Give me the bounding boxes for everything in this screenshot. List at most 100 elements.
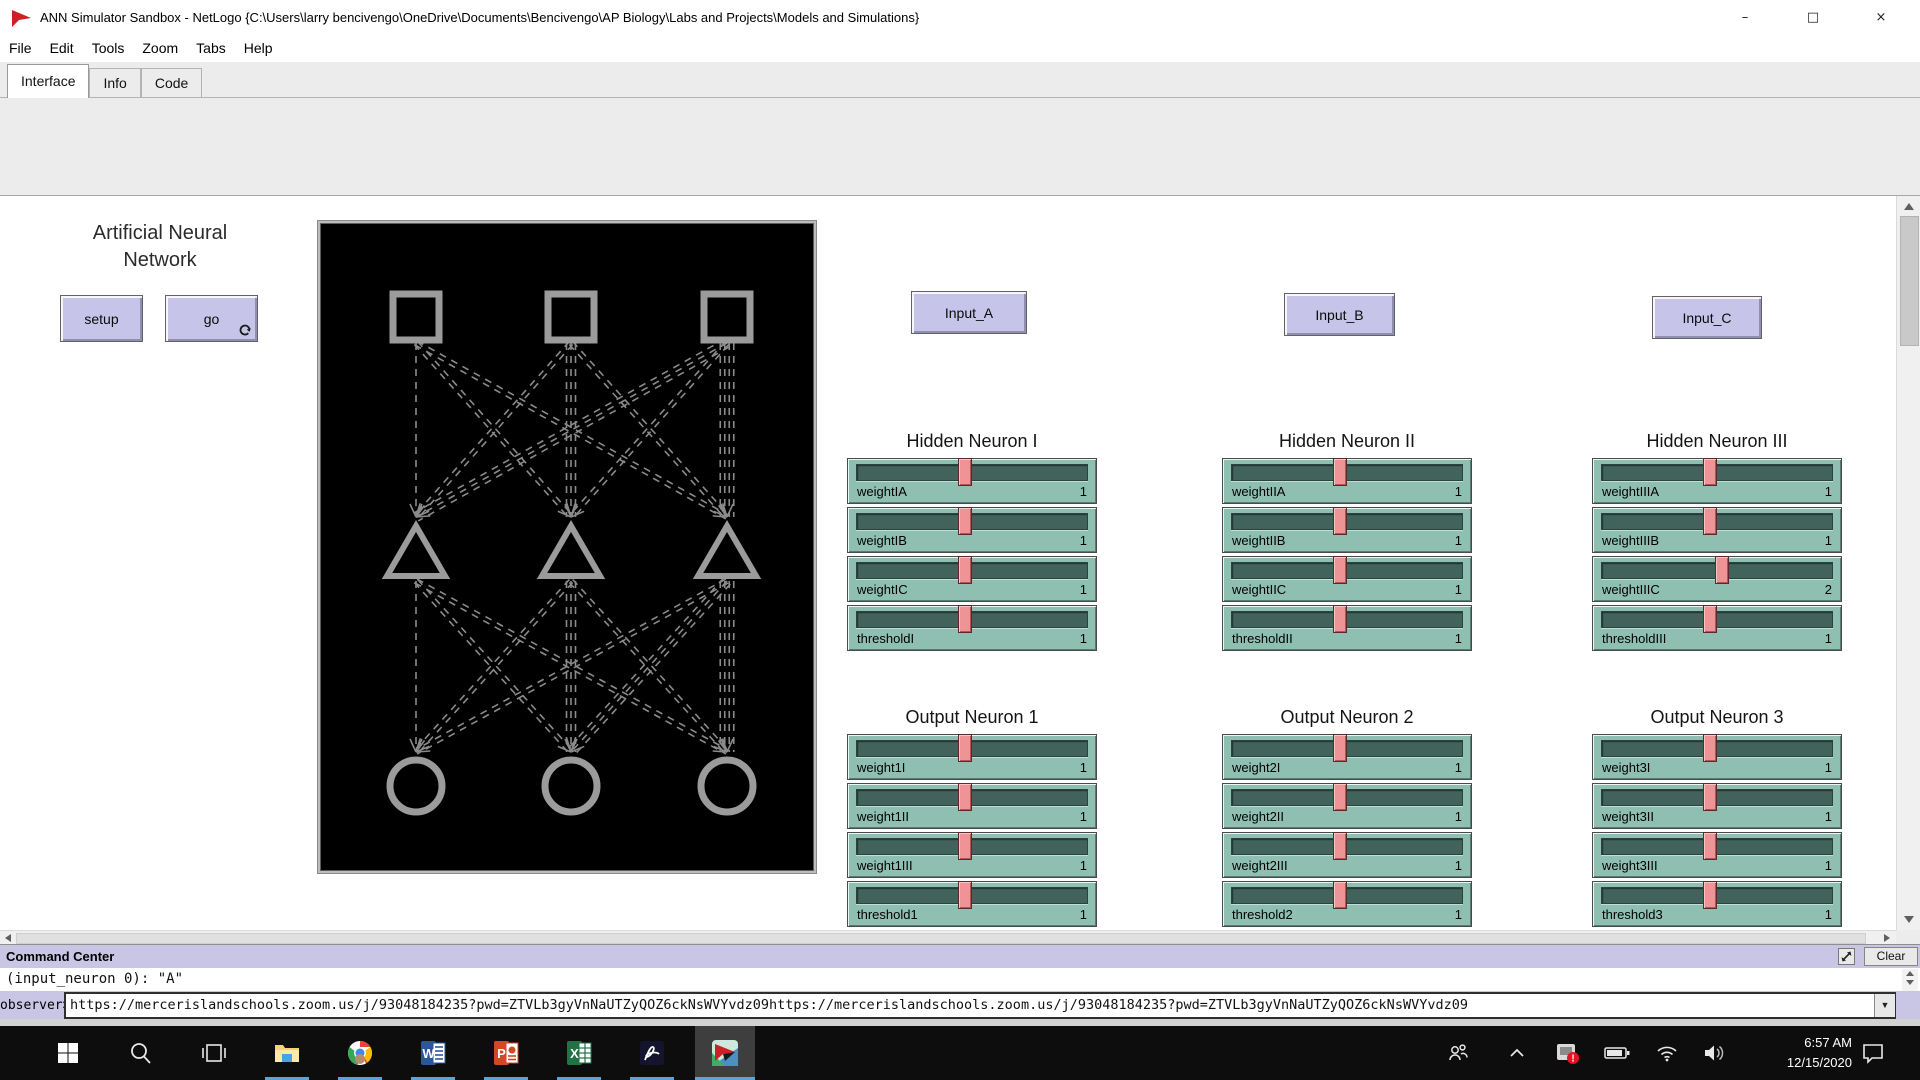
slider-weight1III[interactable]: weight1III1: [847, 832, 1097, 878]
slider-weight2I[interactable]: weight2I1: [1222, 734, 1472, 780]
slider-handle[interactable]: [958, 783, 972, 811]
slider-weightIA[interactable]: weightIA1: [847, 458, 1097, 504]
slider-groove[interactable]: [1601, 838, 1833, 855]
slider-handle[interactable]: [1703, 783, 1717, 811]
slider-groove[interactable]: [1231, 562, 1463, 579]
word-button[interactable]: W: [403, 1026, 463, 1080]
slider-groove[interactable]: [856, 562, 1088, 579]
slider-groove[interactable]: [1231, 838, 1463, 855]
horizontal-scrollbar[interactable]: [0, 930, 1896, 944]
scroll-down-arrow[interactable]: [1900, 911, 1917, 927]
menu-file[interactable]: File: [0, 35, 41, 61]
search-button[interactable]: [111, 1026, 171, 1080]
slider-groove[interactable]: [856, 611, 1088, 628]
slider-groove[interactable]: [1601, 562, 1833, 579]
slider-handle[interactable]: [1703, 458, 1717, 486]
slider-groove[interactable]: [1601, 464, 1833, 481]
excel-button[interactable]: X: [549, 1026, 609, 1080]
slider-groove[interactable]: [1601, 887, 1833, 904]
slider-weightIIA[interactable]: weightIIA1: [1222, 458, 1472, 504]
tab-interface[interactable]: Interface: [7, 64, 89, 98]
horizontal-scrollbar-thumb[interactable]: [16, 933, 1866, 944]
slider-weight1II[interactable]: weight1II1: [847, 783, 1097, 829]
slider-groove[interactable]: [1601, 611, 1833, 628]
input-b-button[interactable]: Input_B: [1284, 293, 1395, 336]
command-input[interactable]: https://mercerislandschools.zoom.us/j/93…: [64, 992, 1896, 1019]
slider-handle[interactable]: [1703, 734, 1717, 762]
slider-handle[interactable]: [1333, 734, 1347, 762]
input-a-button[interactable]: Input_A: [911, 291, 1027, 334]
slider-groove[interactable]: [856, 887, 1088, 904]
setup-button[interactable]: setup: [60, 295, 143, 342]
slider-threshold3[interactable]: threshold31: [1592, 881, 1842, 927]
vertical-scrollbar[interactable]: [1896, 196, 1920, 930]
tab-info[interactable]: Info: [89, 68, 140, 97]
slider-handle[interactable]: [1333, 458, 1347, 486]
slider-handle[interactable]: [958, 458, 972, 486]
slider-thresholdIII[interactable]: thresholdIII1: [1592, 605, 1842, 651]
menu-zoom[interactable]: Zoom: [133, 35, 187, 61]
people-icon[interactable]: [1441, 1026, 1475, 1080]
slider-handle[interactable]: [958, 605, 972, 633]
action-center-icon[interactable]: [1856, 1026, 1890, 1080]
slider-groove[interactable]: [1231, 611, 1463, 628]
slider-weightIIIB[interactable]: weightIIIB1: [1592, 507, 1842, 553]
slider-threshold1[interactable]: threshold11: [847, 881, 1097, 927]
close-button[interactable]: ×: [1853, 0, 1909, 35]
slider-handle[interactable]: [1333, 556, 1347, 584]
slider-groove[interactable]: [856, 838, 1088, 855]
scroll-up-arrow[interactable]: [1900, 198, 1917, 214]
slider-handle[interactable]: [958, 556, 972, 584]
slider-groove[interactable]: [1231, 887, 1463, 904]
history-dropdown-icon[interactable]: ▼: [1874, 994, 1895, 1017]
slider-groove[interactable]: [1231, 464, 1463, 481]
input-c-button[interactable]: Input_C: [1652, 296, 1762, 339]
powerpoint-button[interactable]: P: [476, 1026, 536, 1080]
slider-weightIIB[interactable]: weightIIB1: [1222, 507, 1472, 553]
slider-weightIB[interactable]: weightIB1: [847, 507, 1097, 553]
expand-icon[interactable]: [1838, 948, 1855, 965]
slider-handle[interactable]: [958, 507, 972, 535]
slider-thresholdI[interactable]: thresholdI1: [847, 605, 1097, 651]
slider-groove[interactable]: [856, 464, 1088, 481]
go-button[interactable]: go: [165, 295, 258, 342]
slider-weight3II[interactable]: weight3II1: [1592, 783, 1842, 829]
slider-handle[interactable]: [1333, 832, 1347, 860]
tray-app-notification-icon[interactable]: !: [1550, 1026, 1584, 1080]
slider-handle[interactable]: [1333, 507, 1347, 535]
slider-handle[interactable]: [958, 881, 972, 909]
slider-groove[interactable]: [856, 513, 1088, 530]
scroll-left-arrow[interactable]: [1, 933, 15, 943]
world-view[interactable]: [318, 221, 816, 873]
taskbar-clock[interactable]: 6:57 AM 12/15/2020: [1742, 1033, 1852, 1073]
menu-tools[interactable]: Tools: [83, 35, 134, 61]
slider-groove[interactable]: [856, 740, 1088, 757]
slider-weightIIIA[interactable]: weightIIIA1: [1592, 458, 1842, 504]
tray-chevron-up-icon[interactable]: [1500, 1026, 1534, 1080]
slider-weight3III[interactable]: weight3III1: [1592, 832, 1842, 878]
vertical-scrollbar-thumb[interactable]: [1900, 216, 1919, 346]
slider-weight2III[interactable]: weight2III1: [1222, 832, 1472, 878]
slider-weight3I[interactable]: weight3I1: [1592, 734, 1842, 780]
slider-groove[interactable]: [1231, 789, 1463, 806]
menu-edit[interactable]: Edit: [41, 35, 83, 61]
task-view-button[interactable]: [184, 1026, 244, 1080]
slider-handle[interactable]: [1703, 881, 1717, 909]
output-mini-scrollbar[interactable]: [1902, 969, 1918, 991]
slider-handle[interactable]: [1703, 507, 1717, 535]
slider-handle[interactable]: [958, 734, 972, 762]
scroll-right-arrow[interactable]: [1880, 933, 1894, 943]
slider-handle[interactable]: [1333, 881, 1347, 909]
slider-threshold2[interactable]: threshold21: [1222, 881, 1472, 927]
slider-handle[interactable]: [1333, 783, 1347, 811]
clear-button[interactable]: Clear: [1864, 947, 1918, 966]
wifi-icon[interactable]: [1650, 1026, 1684, 1080]
slider-handle[interactable]: [1715, 556, 1729, 584]
slider-weightIIC[interactable]: weightIIC1: [1222, 556, 1472, 602]
slider-groove[interactable]: [1601, 740, 1833, 757]
slider-weight1I[interactable]: weight1I1: [847, 734, 1097, 780]
volume-icon[interactable]: [1697, 1026, 1731, 1080]
acrobat-button[interactable]: [622, 1026, 682, 1080]
menu-help[interactable]: Help: [235, 35, 282, 61]
slider-weightIIIC[interactable]: weightIIIC2: [1592, 556, 1842, 602]
